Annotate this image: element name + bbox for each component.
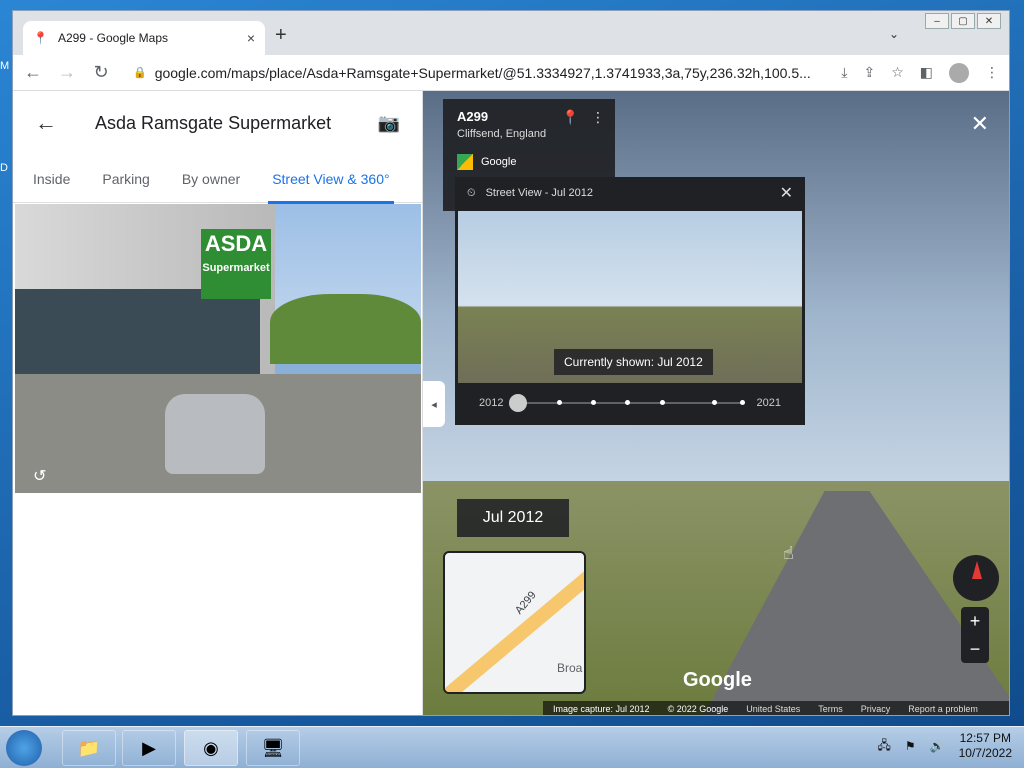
google-maps-icon	[457, 154, 473, 170]
media-player-icon[interactable]: ▶	[122, 730, 176, 766]
browser-toolbar: ← → ↻ 🔒 google.com/maps/place/Asda+Ramsg…	[13, 55, 1009, 91]
report-problem-link[interactable]: Report a problem	[908, 704, 978, 714]
back-button[interactable]: ←	[23, 62, 43, 83]
tab-street-view[interactable]: Street View & 360°	[268, 171, 395, 204]
address-bar[interactable]: 🔒 google.com/maps/place/Asda+Ramsgate+Su…	[125, 59, 827, 87]
volume-icon[interactable]: 🔊	[930, 739, 945, 753]
rotate-360-icon: ↺	[33, 468, 47, 485]
currently-shown-label: Currently shown: Jul 2012	[554, 349, 713, 375]
slider-stop[interactable]	[556, 400, 562, 405]
attribution-footer: Image capture: Jul 2012 © 2022 Google Un…	[543, 701, 1009, 715]
new-tab-button[interactable]: +	[275, 24, 287, 47]
action-center-icon[interactable]: ⚑	[905, 739, 916, 753]
slider-end-year: 2021	[756, 397, 781, 409]
store-sign: ASDA Supermarket	[201, 229, 271, 299]
google-logo: Google	[683, 669, 752, 691]
tab-title: A299 - Google Maps	[57, 31, 169, 45]
side-panel-icon[interactable]: ◧	[920, 64, 933, 81]
tab-parking[interactable]: Parking	[102, 171, 149, 187]
time-slider: 2012 2021	[455, 391, 805, 415]
slider-stop[interactable]	[591, 400, 597, 405]
tab-search-icon[interactable]: ⌄	[889, 27, 899, 41]
browser-tab[interactable]: 📍 A299 - Google Maps ×	[23, 21, 265, 55]
start-button[interactable]	[6, 730, 42, 766]
terms-link[interactable]: Terms	[818, 704, 843, 714]
network-icon[interactable]: 🖧	[878, 736, 891, 757]
tab-inside[interactable]: Inside	[33, 171, 70, 187]
pin-icon[interactable]: 📍	[562, 109, 579, 126]
image-capture-text: Image capture: Jul 2012	[553, 704, 650, 714]
browser-menu-icon[interactable]: ⋮	[985, 64, 999, 81]
place-name: Cliffsend, England	[457, 128, 547, 140]
zoom-out-button[interactable]: −	[970, 639, 981, 660]
zoom-controls: + −	[961, 607, 989, 663]
provider-label: Google	[481, 156, 517, 168]
install-icon[interactable]: ⤓	[841, 64, 847, 81]
clock[interactable]: 12:57 PM 10/7/2022	[959, 731, 1012, 761]
chrome-icon[interactable]: ◉	[184, 730, 238, 766]
street-view-thumbnail[interactable]: ASDA Supermarket ↺	[15, 204, 421, 493]
minimize-button[interactable]: ‒	[925, 13, 949, 29]
window-close-button[interactable]: ✕	[977, 13, 1001, 29]
clock-time: 12:57 PM	[959, 731, 1011, 745]
time-machine-preview: Currently shown: Jul 2012	[458, 211, 802, 383]
system-tray: 🖧 ⚑ 🔊 12:57 PM 10/7/2022	[878, 731, 1013, 761]
zoom-in-button[interactable]: +	[970, 611, 981, 632]
time-machine-label: Street View - Jul 2012	[485, 187, 594, 199]
url-text: google.com/maps/place/Asda+Ramsgate+Supe…	[154, 64, 811, 81]
capture-date-badge[interactable]: Jul 2012	[457, 499, 569, 537]
forward-button[interactable]: →	[57, 62, 77, 83]
slider-stop[interactable]	[625, 400, 631, 405]
tab-close-icon[interactable]: ×	[247, 30, 255, 46]
tab-by-owner[interactable]: By owner	[182, 171, 240, 187]
file-explorer-icon[interactable]: 📁	[62, 730, 116, 766]
taskbar: 📁 ▶ ◉ 🖥 🖧 ⚑ 🔊 12:57 PM 10/7/2022	[0, 726, 1024, 768]
copyright-text: © 2022 Google	[667, 704, 729, 714]
desktop-label: D	[0, 162, 8, 174]
maximize-button[interactable]: ▢	[951, 13, 975, 29]
place-panel: ← Asda Ramsgate Supermarket 📷 Inside Par…	[13, 91, 423, 715]
minimap[interactable]: A299 Broa	[443, 551, 586, 694]
window-controls: ‒ ▢ ✕	[925, 13, 1001, 29]
place-title: Asda Ramsgate Supermarket	[95, 112, 332, 133]
region-link[interactable]: United States	[746, 704, 800, 714]
hand-cursor-icon: ☝	[783, 543, 794, 563]
slider-stop[interactable]	[659, 400, 665, 405]
add-photo-icon[interactable]: 📷	[378, 113, 400, 134]
parked-car	[165, 394, 265, 474]
lock-icon[interactable]: 🔒	[133, 66, 147, 79]
control-panel-icon[interactable]: 🖥	[246, 730, 300, 766]
clock-date: 10/7/2022	[958, 746, 1012, 760]
history-icon[interactable]: ⏲	[467, 187, 476, 200]
privacy-link[interactable]: Privacy	[861, 704, 891, 714]
photo-tabs: Inside Parking By owner Street View & 36…	[13, 155, 422, 204]
maps-favicon-icon: 📍	[33, 31, 48, 45]
slider-stop[interactable]	[739, 400, 745, 405]
time-machine-close-icon[interactable]: ✕	[780, 183, 793, 203]
maps-page: ← Asda Ramsgate Supermarket 📷 Inside Par…	[13, 91, 1009, 715]
desktop-label: M	[0, 60, 10, 72]
collapse-panel-button[interactable]: ◂	[423, 381, 445, 427]
profile-avatar[interactable]	[949, 62, 969, 83]
browser-window: 📍 A299 - Google Maps × + ⌄ ‒ ▢ ✕ ← → ↻ 🔒…	[12, 10, 1010, 716]
place-header: ← Asda Ramsgate Supermarket 📷	[13, 91, 422, 155]
slider-start-year: 2012	[479, 397, 504, 409]
bookmark-star-icon[interactable]: ☆	[891, 64, 904, 81]
street-view-panorama[interactable]: ◂ ✕ A299 Cliffsend, England Google 📍 ⋮ ⏲…	[423, 91, 1009, 715]
close-street-view-icon[interactable]: ✕	[971, 111, 989, 137]
share-icon[interactable]: ⇪	[863, 64, 875, 81]
reload-button[interactable]: ↻	[91, 62, 111, 83]
back-arrow-icon[interactable]: ←	[35, 110, 57, 136]
slider-stop[interactable]	[712, 400, 718, 405]
time-machine-panel: ⏲ Street View - Jul 2012 ✕ Currently sho…	[455, 177, 805, 425]
more-options-icon[interactable]: ⋮	[591, 109, 605, 126]
compass-icon[interactable]	[953, 555, 999, 601]
slider-handle[interactable]	[509, 394, 528, 412]
slider-track[interactable]	[509, 394, 745, 412]
minimap-place-label: Broa	[557, 661, 583, 675]
tab-bar: 📍 A299 - Google Maps × + ⌄ ‒ ▢ ✕	[13, 11, 1009, 55]
